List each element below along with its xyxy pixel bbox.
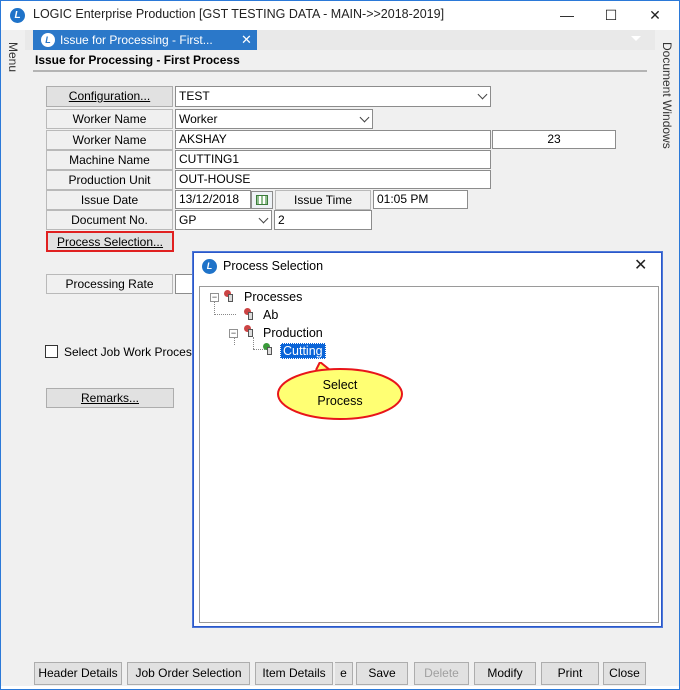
tree-node-cutting[interactable]: Cutting xyxy=(280,343,326,359)
worker-type-select[interactable]: Worker xyxy=(175,109,373,129)
close-button[interactable]: Close xyxy=(603,662,646,685)
logic-dialog-icon: L xyxy=(202,259,217,274)
delete-button[interactable]: Delete xyxy=(414,662,469,685)
callout-text-line2: Process xyxy=(317,394,362,408)
configuration-button[interactable]: Configuration... xyxy=(46,86,173,107)
production-unit-label: Production Unit xyxy=(46,170,173,190)
job-work-checkbox[interactable] xyxy=(45,345,58,358)
chevron-down-icon xyxy=(477,89,488,100)
header-details-button[interactable]: Header Details xyxy=(34,662,122,685)
page-title: Issue for Processing - First Process xyxy=(35,53,240,67)
machine-name-label: Machine Name xyxy=(46,150,173,170)
process-selection-button[interactable]: Process Selection... xyxy=(46,231,174,252)
tab-dropdown-icon[interactable] xyxy=(631,36,641,41)
tab-issue-for-processing[interactable]: L Issue for Processing - First... ✕ xyxy=(33,30,257,50)
process-node-icon xyxy=(224,290,233,302)
job-order-selection-button[interactable]: Job Order Selection xyxy=(127,662,250,685)
maximize-button[interactable]: ☐ xyxy=(589,3,633,27)
tree-line xyxy=(214,314,236,315)
select-process-callout: Select Process xyxy=(277,362,403,420)
process-node-icon xyxy=(244,325,253,337)
title-divider xyxy=(33,70,647,72)
close-window-button[interactable]: ✕ xyxy=(633,3,677,27)
process-selection-button-label: Process Selection... xyxy=(56,235,164,249)
tab-strip: L Issue for Processing - First... ✕ xyxy=(25,30,655,50)
menu-sidebar[interactable]: Menu xyxy=(1,30,25,686)
modify-button[interactable]: Modify xyxy=(474,662,536,685)
worker-code-field[interactable]: 23 xyxy=(492,130,616,149)
tab-label: Issue for Processing - First... xyxy=(60,33,213,47)
process-node-icon xyxy=(244,308,253,320)
collapse-processes-icon[interactable]: − xyxy=(210,293,219,302)
dialog-close-icon[interactable]: ✕ xyxy=(634,255,647,275)
title-bar: L LOGIC Enterprise Production [GST TESTI… xyxy=(1,1,679,29)
production-unit-field[interactable]: OUT-HOUSE xyxy=(175,170,491,189)
document-no-label: Document No. xyxy=(46,210,173,230)
calendar-icon[interactable] xyxy=(251,191,273,209)
configuration-value: TEST xyxy=(179,89,210,103)
issue-time-label: Issue Time xyxy=(275,190,371,210)
chevron-down-icon xyxy=(359,112,370,123)
worker-type-value: Worker xyxy=(179,112,218,126)
processing-rate-label: Processing Rate xyxy=(46,274,173,294)
minimize-button[interactable]: — xyxy=(545,3,589,27)
issue-date-field[interactable]: 13/12/2018 xyxy=(175,190,251,209)
worker-name-label: Worker Name xyxy=(46,130,173,150)
worker-name-field[interactable]: AKSHAY xyxy=(175,130,491,149)
remarks-button[interactable]: Remarks... xyxy=(46,388,174,408)
document-prefix-select[interactable]: GP xyxy=(175,210,272,230)
configuration-button-label: Configuration... xyxy=(68,89,151,103)
tree-node-production[interactable]: Production xyxy=(263,326,323,340)
window-title: LOGIC Enterprise Production [GST TESTING… xyxy=(33,7,445,21)
callout-text-line1: Select xyxy=(323,378,358,392)
configuration-select[interactable]: TEST xyxy=(175,86,491,107)
tree-node-ab[interactable]: Ab xyxy=(263,308,278,322)
process-tree: − Processes Ab − Production Cutting xyxy=(199,286,659,623)
partially-hidden-button[interactable]: e xyxy=(335,662,353,685)
tab-close-icon[interactable]: ✕ xyxy=(241,30,252,50)
document-number-field[interactable]: 2 xyxy=(274,210,372,230)
issue-time-field[interactable]: 01:05 PM xyxy=(373,190,468,209)
machine-name-field[interactable]: CUTTING1 xyxy=(175,150,491,169)
job-work-checkbox-label: Select Job Work Processes xyxy=(64,345,211,359)
item-details-button[interactable]: Item Details xyxy=(255,662,333,685)
save-button[interactable]: Save xyxy=(356,662,408,685)
tree-line xyxy=(253,337,254,349)
process-selection-dialog: L Process Selection ✕ − Processes Ab − P… xyxy=(193,252,662,627)
issue-date-label: Issue Date xyxy=(46,190,173,210)
process-node-icon xyxy=(263,343,272,355)
document-prefix-value: GP xyxy=(179,213,197,227)
bottom-toolbar: Header Details Job Order Selection Item … xyxy=(25,660,655,686)
document-windows-label: Document Windows xyxy=(660,42,674,149)
logic-tab-icon: L xyxy=(41,33,55,47)
worker-type-label: Worker Name xyxy=(46,109,173,129)
collapse-production-icon[interactable]: − xyxy=(229,329,238,338)
menu-sidebar-label: Menu xyxy=(6,42,20,73)
tree-line xyxy=(214,301,215,315)
dialog-title: Process Selection xyxy=(223,259,324,273)
chevron-down-icon xyxy=(258,213,269,224)
processing-rate-field[interactable] xyxy=(175,274,195,294)
remarks-button-label: Remarks... xyxy=(80,391,139,405)
print-button[interactable]: Print xyxy=(541,662,599,685)
tree-node-processes[interactable]: Processes xyxy=(244,290,302,304)
logic-app-icon: L xyxy=(10,8,25,23)
